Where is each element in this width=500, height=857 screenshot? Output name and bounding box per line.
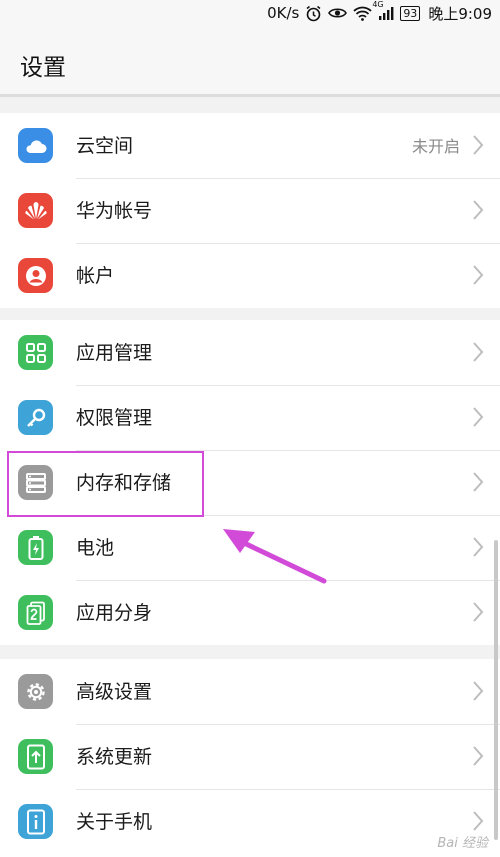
network-type: 4G <box>372 0 384 9</box>
settings-item-app-management[interactable]: 应用管理 <box>0 320 500 385</box>
status-bar: 0K/s 4G 93 晚上9:09 <box>0 0 500 26</box>
settings-item-system-update[interactable]: 系统更新 <box>0 724 500 789</box>
settings-item-label: 应用分身 <box>76 602 153 624</box>
settings-item-label: 电池 <box>76 537 115 559</box>
cloud-icon <box>18 128 53 163</box>
settings-item-about-phone[interactable]: 关于手机 <box>0 789 500 854</box>
battery-level: 93 <box>400 5 421 21</box>
app-twin-icon <box>18 595 53 630</box>
settings-group-system: 高级设置 系统更新 关于手机 <box>0 659 500 857</box>
eye-comfort-icon <box>328 4 348 22</box>
highlight-box <box>7 451 204 517</box>
clock: 晚上9:09 <box>428 4 492 23</box>
system-update-icon <box>18 739 53 774</box>
settings-item-label: 华为帐号 <box>76 200 153 222</box>
network-speed: 0K/s <box>267 4 300 22</box>
chevron-right-icon <box>473 681 484 701</box>
scrollbar[interactable] <box>494 540 498 840</box>
settings-item-huawei-id[interactable]: 华为帐号 <box>0 178 500 243</box>
pointer-arrow <box>223 529 327 584</box>
phone-info-icon <box>18 804 53 839</box>
chevron-right-icon <box>473 265 484 285</box>
header-divider <box>0 94 500 97</box>
settings-item-label: 高级设置 <box>76 681 153 703</box>
watermark: Bai 经验 <box>437 836 488 851</box>
settings-item-app-twin[interactable]: 应用分身 <box>0 580 500 645</box>
chevron-right-icon <box>473 200 484 220</box>
page-title: 设置 <box>20 55 66 81</box>
chevron-right-icon <box>473 135 484 155</box>
settings-item-permissions[interactable]: 权限管理 <box>0 385 500 450</box>
settings-item-label: 应用管理 <box>76 342 153 364</box>
key-icon <box>18 400 53 435</box>
settings-item-label: 帐户 <box>76 265 115 287</box>
chevron-right-icon <box>473 342 484 362</box>
huawei-logo-icon <box>18 193 53 228</box>
wifi-icon <box>353 4 372 22</box>
chevron-right-icon <box>473 811 484 831</box>
settings-item-label: 云空间 <box>76 135 134 157</box>
settings-item-accounts[interactable]: 帐户 <box>0 243 500 308</box>
settings-group-account: 云空间 未开启 华为帐号 帐户 <box>0 113 500 308</box>
alarm-icon <box>305 4 322 22</box>
settings-header: 设置 <box>0 26 500 96</box>
settings-item-cloud[interactable]: 云空间 未开启 <box>0 113 500 178</box>
settings-item-value: 未开启 <box>411 137 460 156</box>
account-icon <box>18 258 53 293</box>
chevron-right-icon <box>473 746 484 766</box>
settings-item-label: 关于手机 <box>76 811 153 833</box>
settings-item-label: 权限管理 <box>76 407 153 429</box>
settings-item-advanced[interactable]: 高级设置 <box>0 659 500 724</box>
gear-icon <box>18 674 53 709</box>
chevron-right-icon <box>473 537 484 557</box>
signal-icon: 4G <box>372 0 394 22</box>
chevron-right-icon <box>473 407 484 427</box>
chevron-right-icon <box>473 472 484 492</box>
apps-grid-icon <box>18 335 53 370</box>
battery-icon <box>18 530 53 565</box>
settings-item-label: 系统更新 <box>76 746 153 768</box>
chevron-right-icon <box>473 602 484 622</box>
